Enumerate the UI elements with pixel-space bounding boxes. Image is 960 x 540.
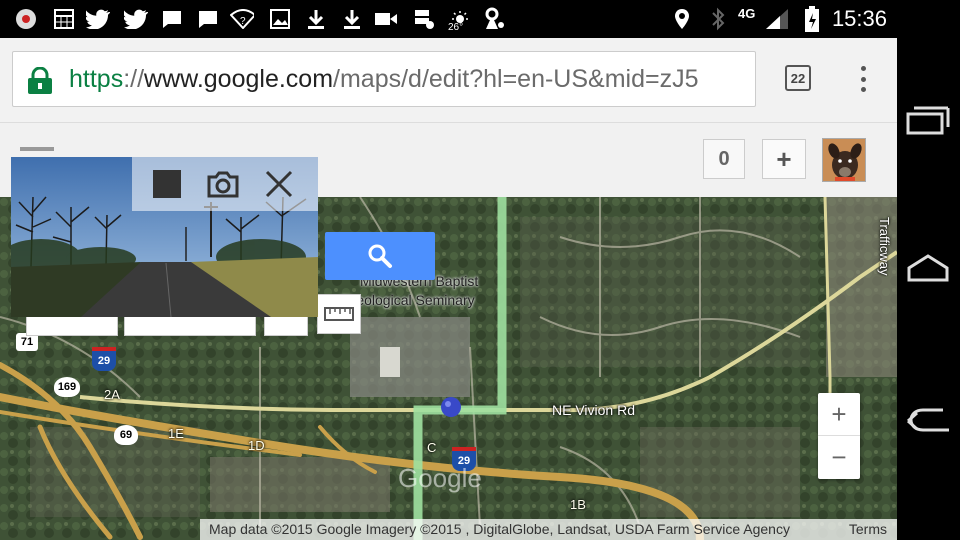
zoom-control: + − (818, 393, 860, 479)
chat-icon (196, 7, 220, 31)
reminder-icon (482, 7, 506, 31)
url-domain: www.google.com (144, 65, 334, 93)
url-path: /maps/d/edit?hl=en-US&mid=zJ5 (333, 65, 699, 93)
road-label: NE Vivion Rd (552, 402, 636, 418)
svg-text:?: ? (240, 16, 246, 27)
google-watermark: Google (398, 463, 482, 493)
location-icon (670, 7, 694, 31)
battery-charging-icon (800, 6, 824, 32)
url-text: https://www.google.com/maps/d/edit?hl=en… (69, 65, 699, 94)
browser-toolbar: https://www.google.com/maps/d/edit?hl=en… (0, 38, 897, 123)
road-label: Trafficway (877, 217, 892, 276)
clock: 15:36 (831, 6, 887, 31)
wifi-question-icon: ? (230, 7, 254, 31)
url-scheme: https (69, 65, 124, 93)
zoom-out-button[interactable]: − (818, 435, 860, 478)
search-icon (368, 244, 392, 268)
camera-icon (207, 171, 239, 198)
overflow-menu-icon[interactable] (853, 62, 873, 96)
record-icon (14, 7, 38, 31)
attribution-text: Map data ©2015 Google Imagery ©2015 , Di… (209, 521, 790, 537)
terms-link[interactable]: Terms (849, 519, 887, 540)
download-icon (304, 7, 328, 31)
image-icon (268, 7, 292, 31)
route-shield-69: 69 (114, 425, 138, 445)
avatar[interactable] (822, 138, 866, 182)
status-bar: ? 26° 4G 15:36 (0, 0, 897, 38)
android-nav-bar (897, 0, 960, 540)
url-separator: :// (123, 65, 145, 93)
home-button[interactable] (905, 248, 951, 288)
bluetooth-icon (706, 7, 730, 31)
chat-icon (160, 7, 184, 31)
exit-label: C (427, 440, 437, 455)
twitter-icon (86, 7, 110, 31)
video-icon (374, 7, 398, 31)
stop-button[interactable] (150, 167, 184, 201)
zoom-in-button[interactable]: + (818, 393, 860, 435)
search-button[interactable] (325, 232, 435, 280)
download-icon (340, 7, 364, 31)
back-button[interactable] (905, 398, 951, 438)
share-plus-button[interactable]: + (762, 139, 806, 179)
twitter-icon (124, 7, 148, 31)
route-shield-169: 169 (54, 377, 80, 397)
signal-icon (764, 7, 788, 31)
network-type: 4G (738, 6, 756, 21)
map-attribution: Map data ©2015 Google Imagery ©2015 , Di… (200, 519, 897, 540)
measure-tool-button[interactable] (317, 294, 361, 334)
close-button[interactable] (262, 167, 296, 201)
exit-label: 1D (248, 438, 265, 453)
recorder-controls (132, 157, 318, 211)
lock-icon (27, 66, 53, 100)
exit-label: 2A (104, 387, 120, 402)
ruler-icon (324, 307, 354, 321)
exit-label: 1B (570, 497, 586, 512)
street-view-overlay[interactable] (11, 157, 318, 317)
count-badge-button[interactable]: 0 (703, 139, 745, 179)
close-icon (265, 170, 293, 198)
calculator-icon (52, 7, 76, 31)
interstate-shield-29: 29 (92, 347, 116, 371)
screenshot-button[interactable] (206, 167, 240, 201)
sd-card-icon (412, 7, 436, 31)
recent-apps-button[interactable] (905, 100, 951, 140)
weather-temperature: 26° (448, 22, 464, 33)
hamburger-menu-icon[interactable] (20, 147, 54, 157)
exit-label: 1E (168, 426, 184, 441)
tab-switcher-button[interactable]: 22 (785, 65, 811, 91)
stop-icon (153, 170, 181, 198)
url-bar[interactable]: https://www.google.com/maps/d/edit?hl=en… (12, 51, 756, 107)
